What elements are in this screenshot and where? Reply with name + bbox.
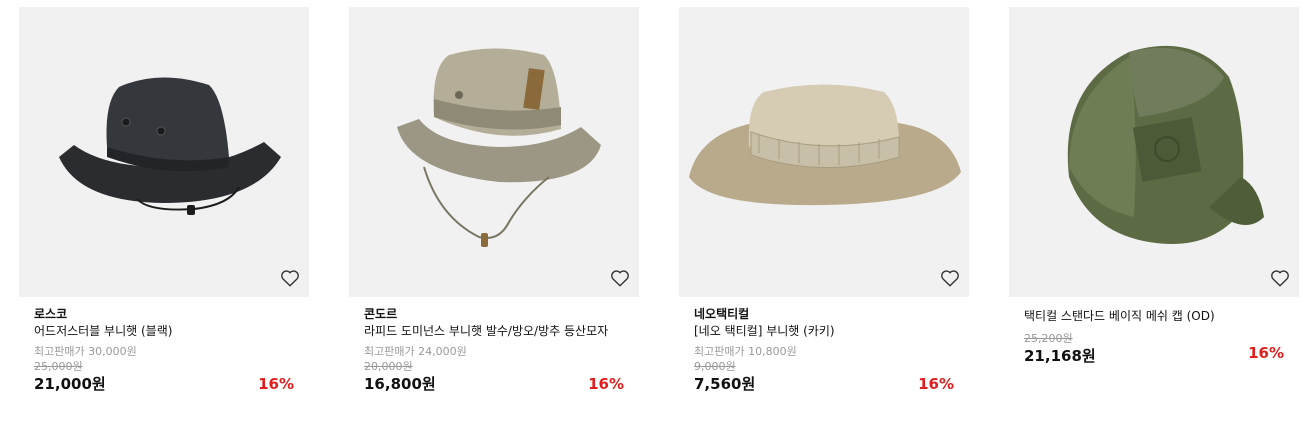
product-image[interactable]: [349, 7, 639, 297]
product-info: 네오택티컬 [네오 택티컬] 부니햇 (카키) 최고판매가 10,800원 9,…: [679, 297, 969, 394]
product-name[interactable]: [네오 택티컬] 부니햇 (카키): [694, 323, 954, 339]
olive-mesh-cap-image: [1067, 45, 1264, 244]
product-image[interactable]: [679, 7, 969, 297]
sale-price: 21,000원: [34, 375, 106, 393]
product-card[interactable]: 로스코 어드저스터블 부니햇 (블랙) 최고판매가 30,000원 25,000…: [19, 7, 309, 394]
max-price: 최고판매가 24,000원: [364, 345, 467, 358]
black-boonie-hat-image: [59, 77, 281, 215]
heart-outline-icon[interactable]: [279, 267, 301, 289]
product-image[interactable]: [1009, 7, 1299, 297]
original-price: 20,000원: [364, 360, 413, 373]
product-card[interactable]: 네오택티컬 [네오 택티컬] 부니햇 (카키) 최고판매가 10,800원 9,…: [679, 7, 969, 394]
brand-name: 네오택티컬: [694, 307, 750, 321]
khaki-mesh-boonie-hat-image: [689, 84, 961, 206]
product-grid: 로스코 어드저스터블 부니햇 (블랙) 최고판매가 30,000원 25,000…: [0, 0, 1309, 427]
original-price: 9,000원: [694, 360, 736, 373]
heart-outline-icon[interactable]: [939, 267, 961, 289]
brand-name: 콘도르: [364, 307, 398, 321]
product-info: 택티컬 스탠다드 베이직 메쉬 캡 (OD) 25,200원 21,168원 1…: [1009, 297, 1299, 366]
khaki-boonie-hat-image: [397, 48, 601, 247]
product-info: 콘도르 라피드 도미넌스 부니햇 발수/방오/방추 등산모자 최고판매가 24,…: [349, 297, 639, 394]
product-card[interactable]: 택티컬 스탠다드 베이직 메쉬 캡 (OD) 25,200원 21,168원 1…: [1009, 7, 1299, 366]
discount-rate: 16%: [918, 375, 954, 393]
discount-rate: 16%: [1248, 344, 1284, 362]
sale-price: 7,560원: [694, 375, 756, 393]
sale-price: 16,800원: [364, 375, 436, 393]
product-card[interactable]: 콘도르 라피드 도미넌스 부니햇 발수/방오/방추 등산모자 최고판매가 24,…: [349, 7, 639, 394]
discount-rate: 16%: [588, 375, 624, 393]
product-name[interactable]: 어드저스터블 부니햇 (블랙): [34, 323, 294, 339]
product-name[interactable]: 라피드 도미넌스 부니햇 발수/방오/방추 등산모자: [364, 323, 624, 339]
discount-rate: 16%: [258, 375, 294, 393]
max-price: 최고판매가 10,800원: [694, 345, 797, 358]
original-price: 25,200원: [1024, 332, 1073, 345]
heart-outline-icon[interactable]: [1269, 267, 1291, 289]
product-name[interactable]: 택티컬 스탠다드 베이직 메쉬 캡 (OD): [1024, 308, 1284, 324]
sale-price: 21,168원: [1024, 347, 1096, 365]
brand-name: 로스코: [34, 307, 68, 321]
heart-outline-icon[interactable]: [609, 267, 631, 289]
max-price: 최고판매가 30,000원: [34, 345, 137, 358]
product-image[interactable]: [19, 7, 309, 297]
product-info: 로스코 어드저스터블 부니햇 (블랙) 최고판매가 30,000원 25,000…: [19, 297, 309, 394]
original-price: 25,000원: [34, 360, 83, 373]
